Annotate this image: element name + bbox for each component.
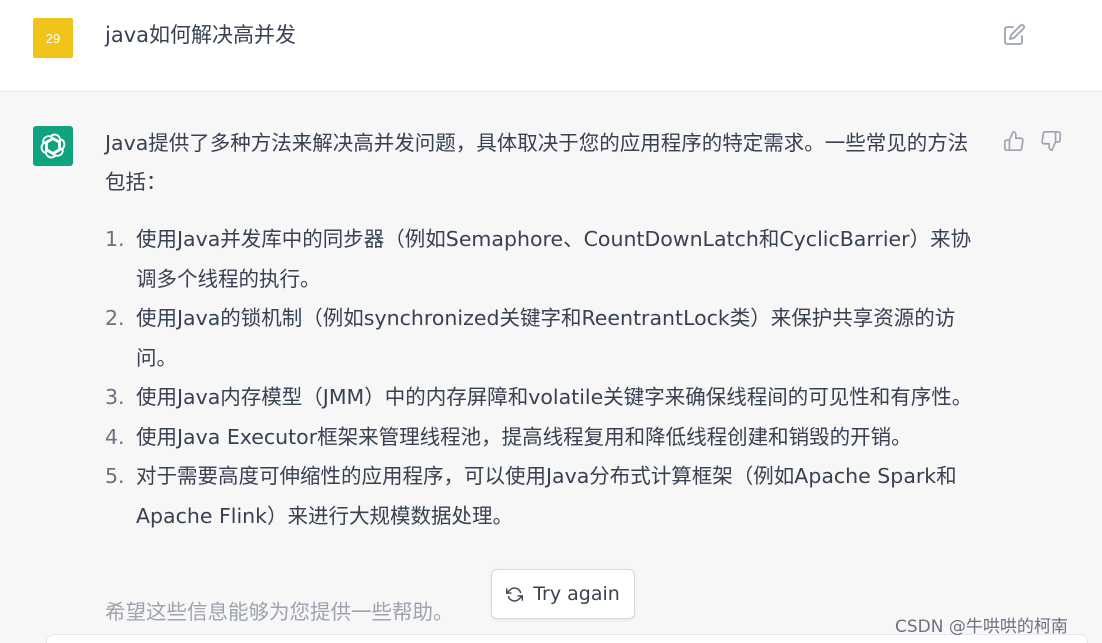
user-message-row: 29 java如何解决高并发 [0, 0, 1102, 92]
list-item: 4. 使用Java Executor框架来管理线程池，提高线程复用和降低线程创建… [105, 418, 985, 458]
thumbs-down-icon[interactable] [1040, 130, 1062, 152]
list-item-number: 4. [105, 424, 125, 449]
edit-icon[interactable] [1002, 23, 1026, 47]
list-item-text: 使用Java Executor框架来管理线程池，提高线程复用和降低线程创建和销毁… [136, 424, 912, 449]
try-again-button[interactable]: Try again [491, 569, 635, 619]
list-item-text: 使用Java内存模型（JMM）中的内存屏障和volatile关键字来确保线程间的… [136, 385, 973, 409]
try-again-label: Try again [533, 583, 620, 605]
list-item-number: 3. [105, 385, 125, 409]
answer-list: 1. 使用Java并发库中的同步器（例如Semaphore、CountDownL… [105, 220, 985, 536]
refresh-icon [506, 586, 524, 602]
user-message-text: java如何解决高并发 [105, 23, 296, 47]
assistant-closing: 希望这些信息能够为您提供一些帮助。 [105, 600, 454, 624]
assistant-message-content: Java提供了多种方法来解决高并发问题，具体取决于您的应用程序的特定需求。一些常… [105, 124, 985, 624]
list-item-text: 使用Java的锁机制（例如synchronized关键字和ReentrantLo… [136, 306, 956, 370]
list-item-number: 2. [105, 306, 125, 330]
openai-logo-icon [33, 126, 73, 166]
thumbs-up-icon[interactable] [1003, 130, 1025, 152]
list-item: 2. 使用Java的锁机制（例如synchronized关键字和Reentran… [105, 299, 985, 378]
assistant-message-row: Java提供了多种方法来解决高并发问题，具体取决于您的应用程序的特定需求。一些常… [0, 92, 1102, 643]
watermark-text: CSDN @牛哄哄的柯南 [895, 617, 1068, 637]
list-item: 5. 对于需要高度可伸缩性的应用程序，可以使用Java分布式计算框架（例如Apa… [105, 457, 985, 536]
list-item: 1. 使用Java并发库中的同步器（例如Semaphore、CountDownL… [105, 220, 985, 299]
user-avatar-label: 29 [45, 30, 61, 46]
list-item-text: 使用Java并发库中的同步器（例如Semaphore、CountDownLatc… [136, 227, 972, 291]
list-item-text: 对于需要高度可伸缩性的应用程序，可以使用Java分布式计算框架（例如Apache… [136, 464, 957, 528]
list-item-number: 5. [105, 464, 125, 488]
list-item: 3. 使用Java内存模型（JMM）中的内存屏障和volatile关键字来确保线… [105, 378, 985, 418]
list-item-number: 1. [105, 227, 125, 251]
chat-page: 29 java如何解决高并发 Java提供了多种方法来解决高并发问题，具体取决于… [0, 0, 1102, 643]
user-avatar: 29 [33, 18, 73, 58]
assistant-intro: Java提供了多种方法来解决高并发问题，具体取决于您的应用程序的特定需求。一些常… [105, 131, 969, 194]
